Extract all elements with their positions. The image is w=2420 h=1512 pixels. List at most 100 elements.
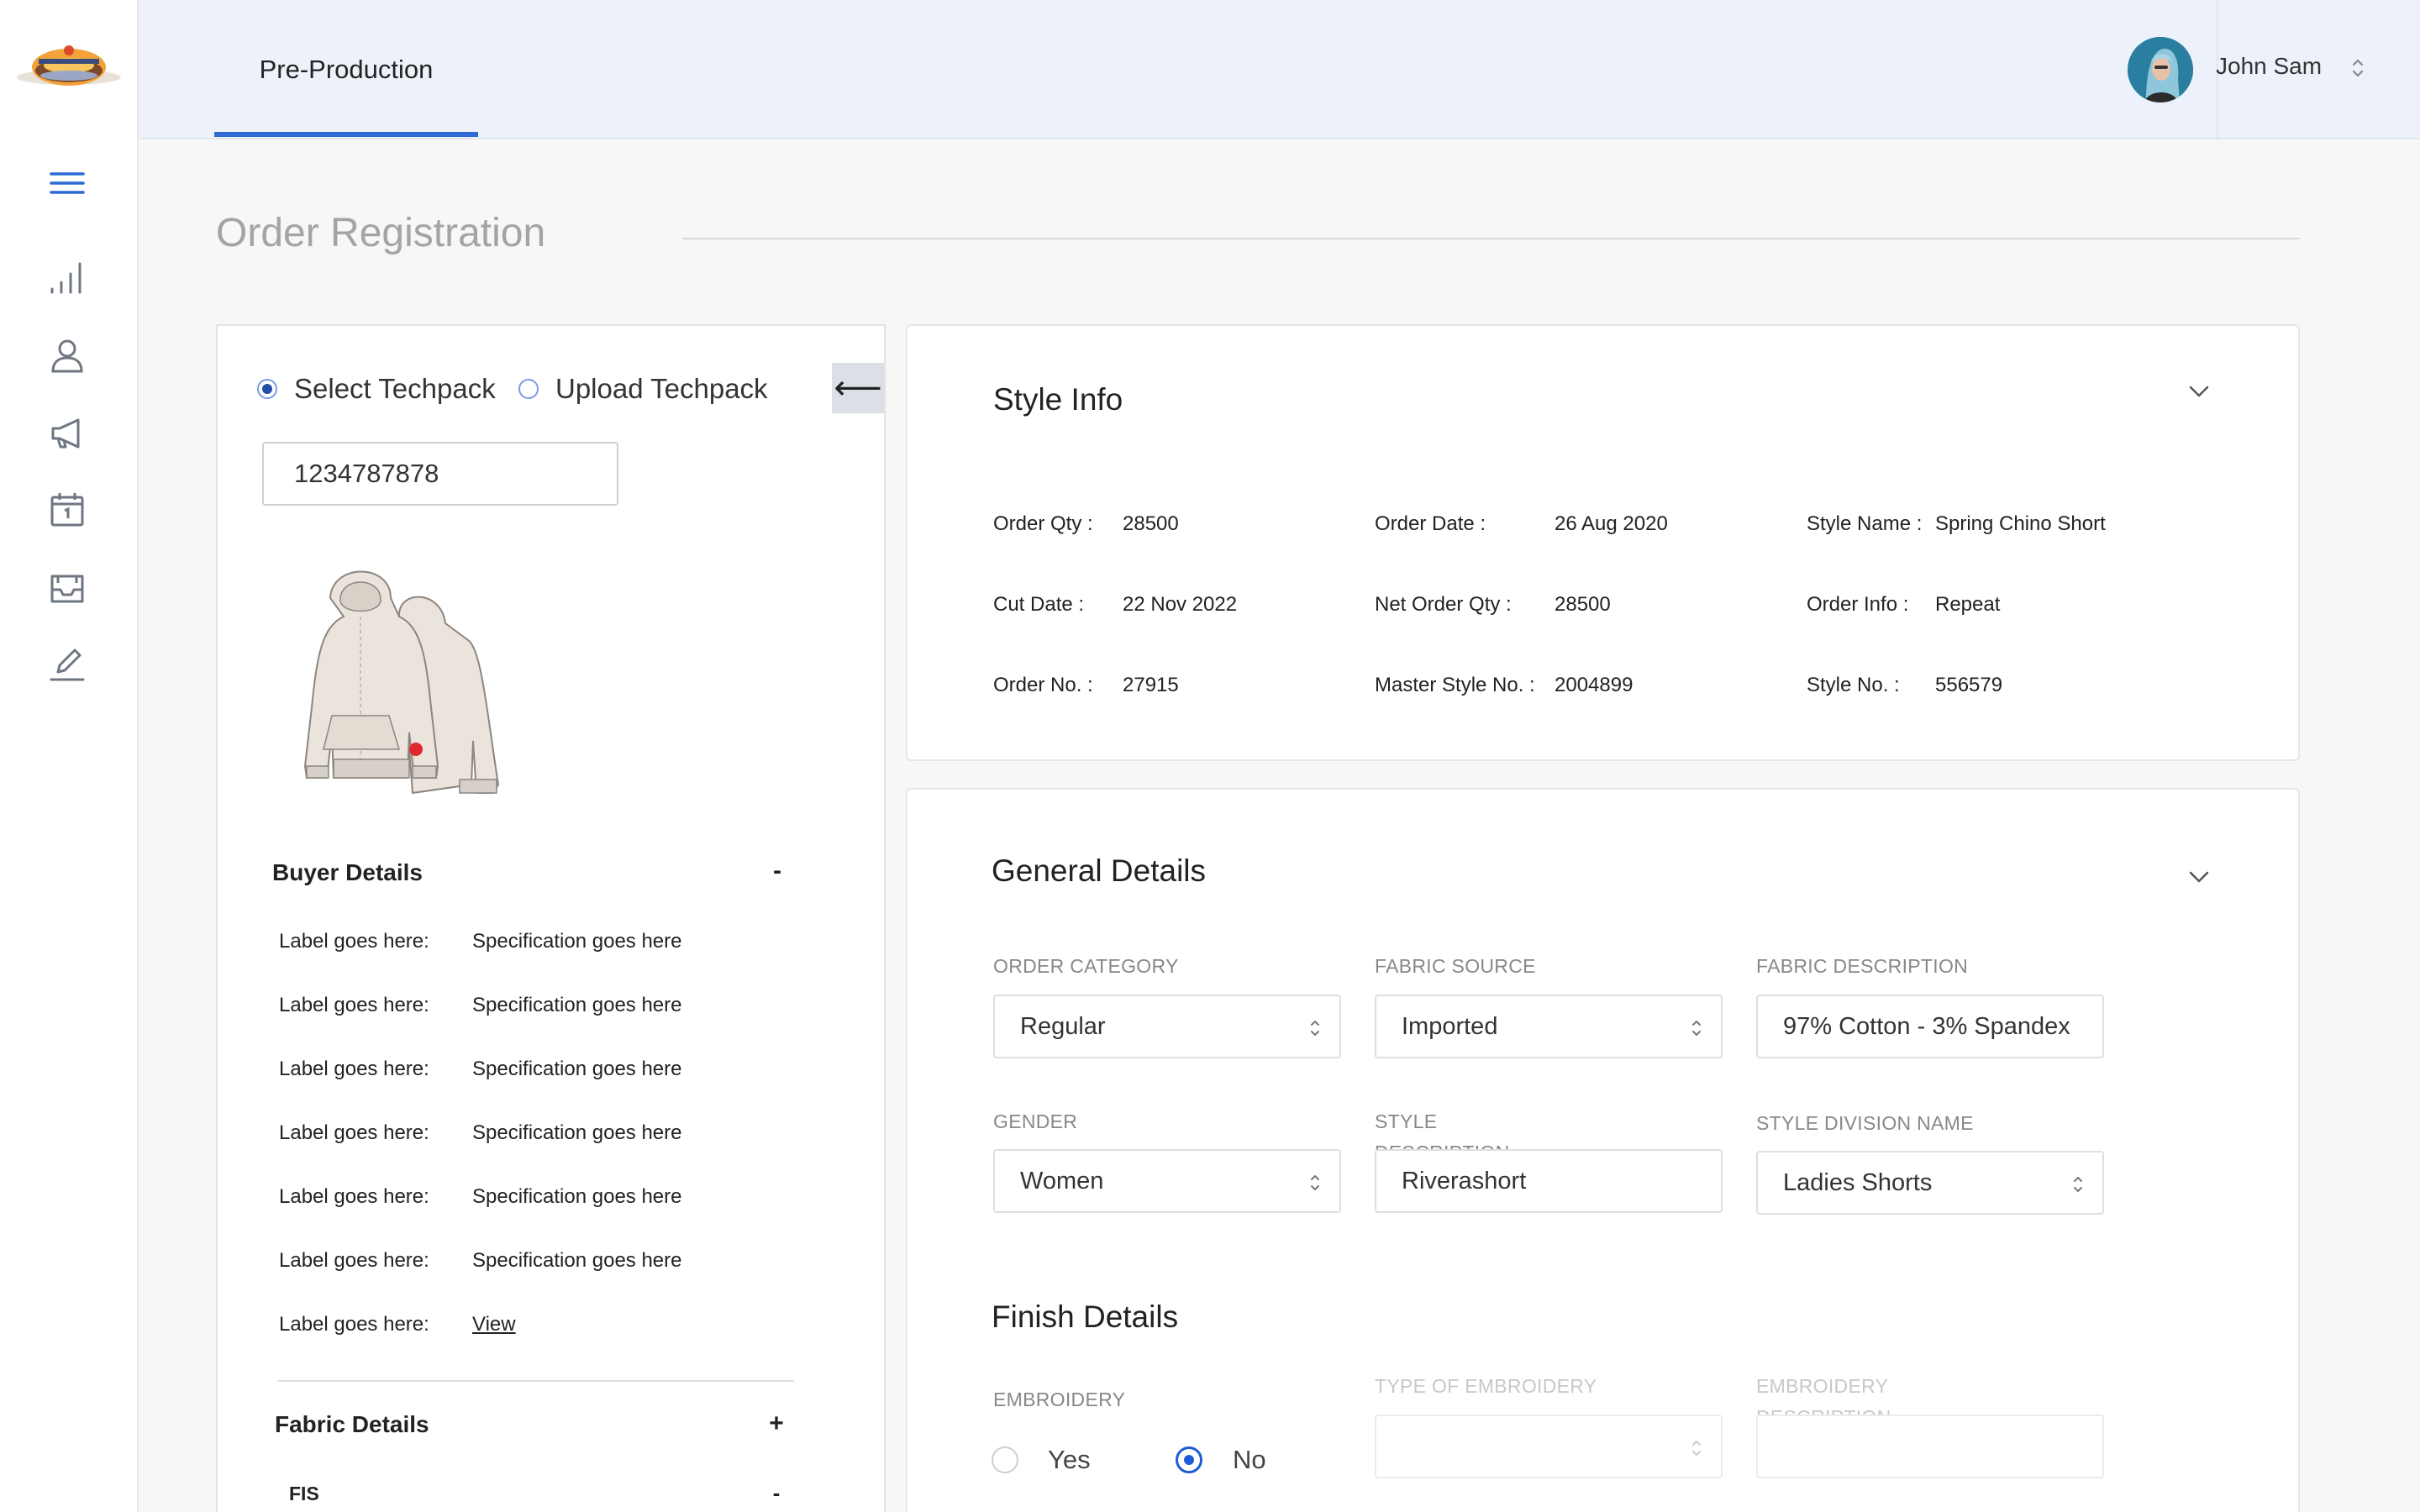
sidebar [0, 0, 139, 1512]
order-no-label: Order No. : [993, 674, 1093, 696]
collapse-panel-button[interactable]: ⟵ [832, 363, 884, 413]
section-divider [277, 1380, 794, 1382]
upload-techpack-label: Upload Techpack [555, 373, 768, 404]
style-description-value: Riverashort [1402, 1168, 1527, 1194]
select-arrows-icon [1311, 1175, 1319, 1190]
hoodie-image [273, 564, 508, 806]
fis-toggle[interactable]: - [764, 1480, 789, 1506]
radio-selected-icon[interactable] [257, 379, 277, 399]
user-icon[interactable] [48, 336, 87, 375]
gender-select[interactable]: Women [993, 1149, 1341, 1213]
cut-date-value: 22 Nov 2022 [1123, 593, 1238, 616]
select-arrows-icon [1311, 1021, 1319, 1036]
select-arrows-icon [1692, 1021, 1701, 1036]
top-bar: Pre-Production [139, 0, 2420, 139]
buyer-value: Specification goes here [472, 994, 682, 1016]
user-name[interactable]: John Sam [2216, 53, 2322, 80]
active-tab-indicator [214, 132, 478, 137]
page-title: Order Registration [216, 211, 546, 255]
fabric-details-toggle[interactable]: + [764, 1410, 789, 1438]
buyer-label: Label goes here: [279, 994, 429, 1016]
avatar[interactable] [2128, 37, 2193, 102]
company-logo[interactable] [15, 34, 123, 101]
style-no-value: 556579 [1935, 674, 2003, 696]
style-name-label: Style Name : [1807, 512, 1923, 535]
finish-details-title: Finish Details [992, 1299, 1179, 1334]
style-division-select[interactable]: Ladies Shorts [1756, 1151, 2104, 1215]
chevron-down-icon[interactable] [2186, 383, 2212, 400]
order-info-label: Order Info : [1807, 593, 1909, 616]
embroidery-yes-radio[interactable] [992, 1446, 1018, 1473]
chevron-down-icon[interactable] [2186, 869, 2212, 885]
megaphone-icon[interactable] [48, 413, 87, 452]
embroidery-no-radio[interactable] [1176, 1446, 1202, 1473]
buyer-label: Label goes here: [279, 1121, 429, 1144]
fabric-description-label: Fabric Description [1756, 955, 1969, 977]
buyer-details-title: Buyer Details [272, 859, 423, 885]
fabric-description-input[interactable]: 97% Cotton - 3% Spandex [1756, 995, 2104, 1058]
embroidery-no-label: No [1233, 1445, 1266, 1474]
gender-value: Women [1020, 1168, 1104, 1194]
buyer-label: Label goes here: [279, 1185, 429, 1208]
radio-unselected-icon[interactable] [518, 379, 539, 399]
general-details-title: General Details [992, 853, 1207, 888]
style-division-label: Style Division Name [1756, 1112, 1974, 1134]
buyer-value: Specification goes here [472, 1249, 682, 1272]
order-date-label: Order Date : [1375, 512, 1486, 535]
type-of-embroidery-select[interactable] [1375, 1415, 1723, 1478]
select-arrows-icon [2074, 1177, 2082, 1192]
select-techpack-radio[interactable]: Select Techpack [257, 373, 496, 405]
order-category-value: Regular [1020, 1013, 1106, 1040]
buyer-value: Specification goes here [472, 1058, 682, 1080]
buyer-label: Label goes here: [279, 1058, 429, 1080]
gender-label: Gender [993, 1110, 1078, 1132]
order-category-select[interactable]: Regular [993, 995, 1341, 1058]
inbox-icon[interactable] [48, 568, 87, 606]
style-no-label: Style No. : [1807, 674, 1900, 696]
order-category-label: Order Category [993, 955, 1179, 977]
fabric-source-value: Imported [1402, 1013, 1498, 1040]
buyer-value: Specification goes here [472, 930, 682, 953]
embroidery-description-input[interactable] [1756, 1415, 2104, 1478]
type-of-embroidery-label: Type of Embroidery [1375, 1375, 1597, 1397]
cut-date-label: Cut Date : [993, 593, 1085, 616]
calendar-icon[interactable] [48, 491, 87, 529]
fabric-details-title: Fabric Details [275, 1411, 429, 1437]
master-style-no-value: 2004899 [1555, 674, 1634, 696]
buyer-label: Label goes here: [279, 1313, 429, 1336]
user-dropdown-icon[interactable] [2349, 55, 2367, 81]
order-qty-label: Order Qty : [993, 512, 1093, 535]
net-order-qty-label: Net Order Qty : [1375, 593, 1512, 616]
select-techpack-label: Select Techpack [294, 373, 496, 404]
style-info-title: Style Info [993, 382, 1123, 417]
fabric-description-value: 97% Cotton - 3% Spandex [1783, 1013, 2070, 1040]
title-divider [682, 238, 2300, 239]
buyer-value: Specification goes here [472, 1185, 682, 1208]
buyer-value: Specification goes here [472, 1121, 682, 1144]
order-qty-value: 28500 [1123, 512, 1179, 535]
fabric-source-select[interactable]: Imported [1375, 995, 1723, 1058]
view-link[interactable]: View [472, 1313, 516, 1336]
bar-chart-icon[interactable] [48, 259, 87, 297]
menu-icon[interactable] [48, 164, 87, 202]
select-arrows-icon [1692, 1441, 1701, 1456]
tab-pre-production[interactable]: Pre-Production [214, 0, 478, 139]
buyer-label: Label goes here: [279, 930, 429, 953]
upload-techpack-radio[interactable]: Upload Techpack [518, 373, 768, 405]
edit-icon[interactable] [48, 645, 87, 684]
techpack-number-input[interactable] [262, 442, 618, 506]
order-date-value: 26 Aug 2020 [1555, 512, 1668, 535]
style-description-input[interactable]: Riverashort [1375, 1149, 1723, 1213]
master-style-no-label: Master Style No. : [1375, 674, 1535, 696]
style-name-value: Spring Chino Short [1935, 512, 2106, 535]
order-info-value: Repeat [1935, 593, 2001, 616]
style-division-value: Ladies Shorts [1783, 1169, 1933, 1196]
order-no-value: 27915 [1123, 674, 1179, 696]
embroidery-yes-label: Yes [1048, 1445, 1091, 1474]
net-order-qty-value: 28500 [1555, 593, 1611, 616]
buyer-details-toggle[interactable]: - [765, 857, 790, 885]
embroidery-label: Embroidery [993, 1389, 1126, 1410]
fis-item: FIS [289, 1483, 319, 1504]
fabric-source-label: Fabric Source [1375, 955, 1536, 977]
buyer-label: Label goes here: [279, 1249, 429, 1272]
